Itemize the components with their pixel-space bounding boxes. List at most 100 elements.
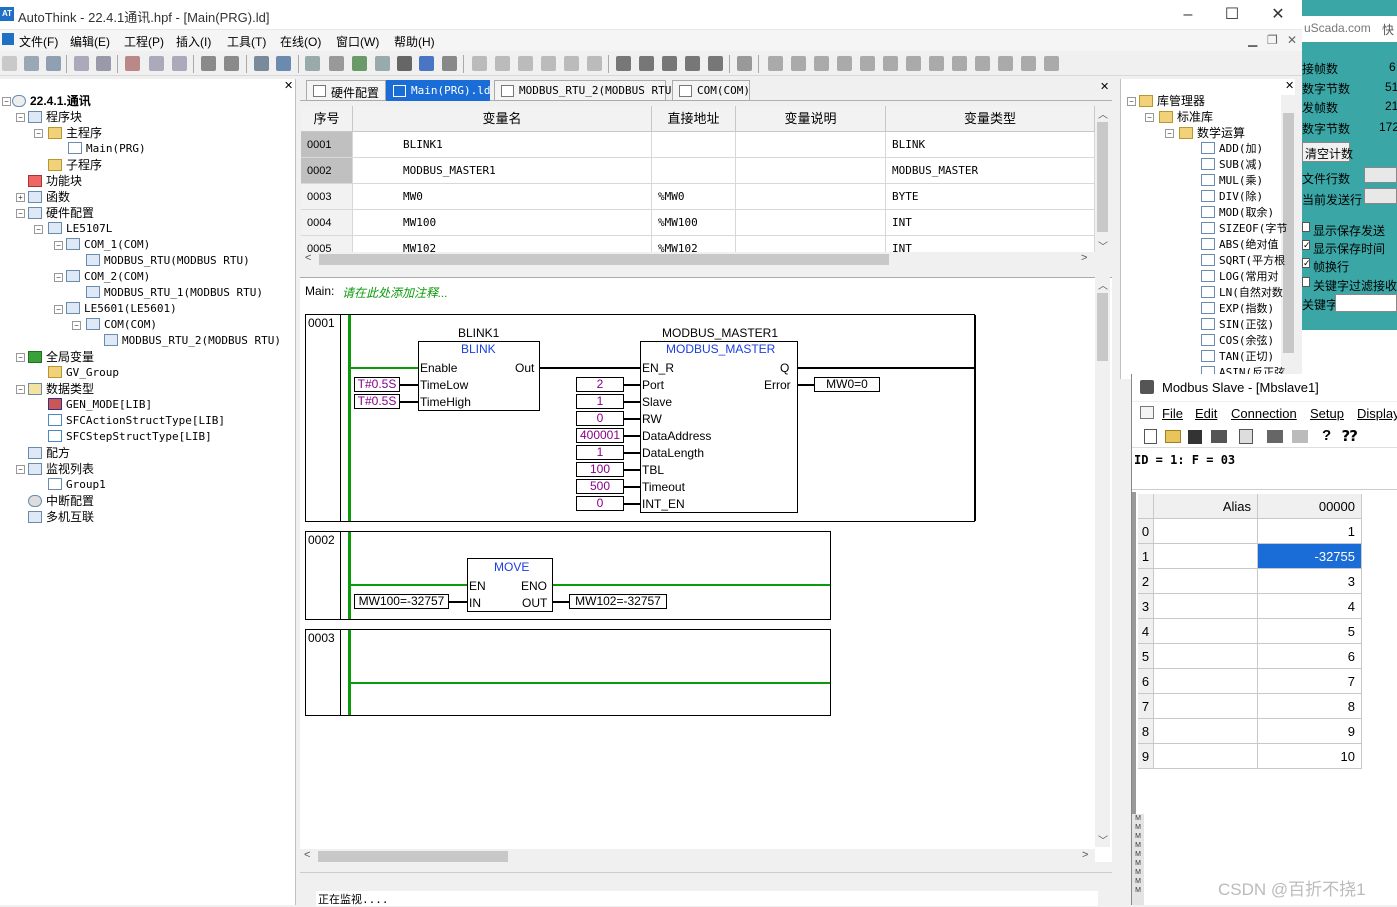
mbs-menu-connection[interactable]: Connection [1231,406,1297,421]
tab-com[interactable]: COM(COM) [672,80,750,101]
lib-function-item[interactable]: SIN(正弦) [1201,318,1274,332]
menu-tools[interactable]: 工具(T) [227,33,266,50]
contact-n-icon[interactable] [837,56,852,71]
row-number[interactable]: 0005 [301,236,353,252]
tree-item[interactable]: 多机互联 [28,510,94,524]
tab-hardware-config[interactable]: 硬件配置 [306,80,386,101]
menu-insert[interactable]: 插入(I) [176,33,211,50]
lib-function-item[interactable]: LOG(常用对 [1201,270,1279,284]
row-number[interactable]: 0001 [301,132,353,158]
tree-item[interactable]: 程序块 [28,110,82,124]
table-cell[interactable]: INT [886,236,1095,252]
tree-item[interactable]: 数据类型 [28,382,94,396]
table-cell[interactable]: BYTE [886,184,1095,210]
checkbox-checked[interactable]: ✓ [1302,258,1311,268]
editor-vscroll[interactable]: ︿ ﹀ [1095,277,1110,847]
row-number[interactable]: 0002 [301,158,353,184]
undo-icon[interactable] [201,56,216,71]
context-help-icon[interactable]: ⁇ [1342,427,1357,445]
alias-cell[interactable] [1154,619,1258,644]
column-header[interactable]: 变量名 [353,106,652,132]
window5-icon[interactable] [708,56,723,71]
collapse-toggle[interactable]: − [54,305,63,314]
collapse-toggle[interactable]: − [34,225,43,234]
column-header[interactable]: 直接地址 [652,106,736,132]
tree-item[interactable]: Main(PRG) [68,142,146,156]
monitor-icon[interactable] [375,56,390,71]
lib-function-item[interactable]: ABS(绝对值 [1201,238,1279,252]
tree-item[interactable]: COM_1(COM) [66,238,150,252]
table-cell[interactable]: MODBUS_MASTER [886,158,1095,184]
table-cell[interactable] [736,210,886,236]
menu-edit[interactable]: 编辑(E) [70,33,110,50]
tree-item[interactable]: 全局变量 [28,350,94,364]
move-function-block[interactable]: MOVE EN IN ENO OUT [467,558,553,612]
print-preview-icon[interactable] [96,56,111,71]
tree-item[interactable]: GV_Group [48,366,119,380]
tree-close-button[interactable]: ✕ [284,79,293,92]
paste-icon[interactable] [172,56,187,71]
online-icon[interactable] [352,56,367,71]
mbs-menu-file[interactable]: File [1162,406,1183,421]
mbs-menu-display[interactable]: Display [1357,406,1397,421]
comment-text[interactable]: 请在此处添加注释... [342,284,448,301]
tree-item[interactable]: 中断配置 [28,494,94,508]
step-over-icon[interactable] [495,56,510,71]
contact-p-icon[interactable] [814,56,829,71]
collapse-toggle[interactable]: − [16,465,25,474]
help-icon[interactable]: ? [1322,427,1331,444]
collapse-toggle[interactable]: − [72,321,81,330]
register-value-cell[interactable]: 1 [1258,519,1362,544]
lib-function-item[interactable]: LN(自然对数 [1201,286,1283,300]
input-constant[interactable]: 1 [576,394,624,409]
input-constant[interactable]: 400001 [576,428,624,443]
new-icon[interactable] [1144,429,1157,444]
tree-root[interactable]: 22.4.1.通讯 [12,94,91,108]
tree-item[interactable]: MODBUS_RTU_1(MODBUS RTU) [86,286,263,300]
library-vscroll[interactable] [1281,95,1296,379]
vartable-vscroll[interactable]: ︿ ﹀ [1095,106,1110,253]
blink-function-block[interactable]: BLINK Enable TimeLow TimeHigh Out [418,341,540,411]
bg-input[interactable] [1364,167,1397,183]
lib-item[interactable]: 数学运算 [1179,126,1245,140]
window1-icon[interactable] [616,56,631,71]
vartable-hscroll[interactable]: < > [301,252,1095,267]
lib-function-item[interactable]: MOD(取余) [1201,206,1274,220]
zoom-icon[interactable] [276,56,291,71]
modbus-master-function-block[interactable]: MODBUS_MASTER EN_R Port Slave RW DataAdd… [640,341,798,513]
table-cell[interactable]: %MW102 [652,236,736,252]
redo-icon[interactable] [224,56,239,71]
register-value-cell[interactable]: 7 [1258,669,1362,694]
table-cell[interactable]: MODBUS_MASTER1 [353,158,652,184]
collapse-toggle[interactable]: − [54,241,63,250]
column-header-alias[interactable]: Alias [1154,494,1258,519]
window-icon[interactable] [1239,429,1253,444]
menu-window[interactable]: 窗口(W) [336,33,379,50]
register-value-cell[interactable]: 6 [1258,644,1362,669]
move-input-value[interactable]: MW100=-32757 [354,594,449,609]
column-header[interactable]: 变量说明 [736,106,886,132]
lib-item[interactable]: 库管理器 [1139,94,1205,108]
table-cell[interactable]: MW100 [353,210,652,236]
cut-icon[interactable] [125,56,140,71]
stop-icon[interactable] [419,56,434,71]
table-cell[interactable] [736,236,886,252]
jump-icon[interactable] [952,56,967,71]
tree-item[interactable]: COM_2(COM) [66,270,150,284]
mdi-minimize-button[interactable]: ▁ [1248,33,1257,47]
column-header[interactable]: 序号 [301,106,353,132]
input-constant[interactable]: 500 [576,479,624,494]
register-value-cell[interactable]: -32755 [1258,544,1362,569]
alias-cell[interactable] [1154,644,1258,669]
move-output-value[interactable]: MW102=-32757 [569,594,667,609]
register-value-cell[interactable]: 8 [1258,694,1362,719]
checkbox-checked[interactable]: ✓ [1302,240,1311,250]
input-constant[interactable]: 2 [576,377,624,392]
tree-item[interactable]: MODBUS_RTU_2(MODBUS RTU) [104,334,281,348]
lib-item[interactable]: 标准库 [1159,110,1213,124]
tree-item[interactable]: 主程序 [48,126,102,140]
coil-s-icon[interactable] [906,56,921,71]
rung[interactable]: 0002 MOVE EN IN ENO OUT MW100=-32757 MW1… [305,531,831,620]
alias-cell[interactable] [1154,594,1258,619]
tree-item[interactable]: 函数 [28,190,70,204]
